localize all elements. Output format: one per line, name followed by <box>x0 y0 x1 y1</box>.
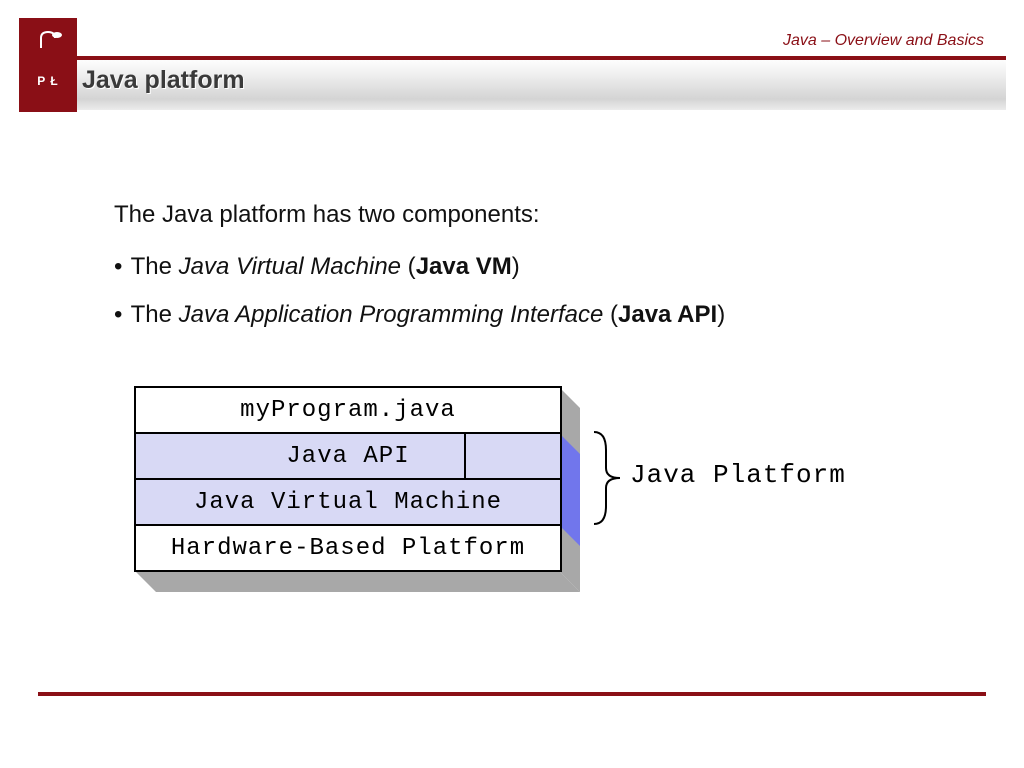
brace-label: Java Platform <box>630 460 846 490</box>
logo: P Ł <box>19 18 77 112</box>
content: The Java platform has two components: Th… <box>114 200 954 348</box>
bullet-item: The Java Virtual Machine (Java VM) <box>114 252 954 282</box>
bullet-mid: ( <box>603 301 618 328</box>
layer-program: myProgram.java <box>136 388 560 432</box>
bullet-item: The Java Application Programming Interfa… <box>114 300 954 330</box>
bullet-prefix: The <box>131 301 179 328</box>
slide: Java – Overview and Basics P Ł Java plat… <box>0 0 1024 768</box>
platform-diagram: myProgram.java Java API Java Virtual Mac… <box>120 386 880 648</box>
bullet-italic: Java Virtual Machine <box>179 253 401 280</box>
bullet-bold: Java VM <box>416 253 512 280</box>
bullet-italic: Java Application Programming Interface <box>179 301 604 328</box>
layer-api: Java API <box>136 432 560 478</box>
layer-jvm: Java Virtual Machine <box>136 478 560 524</box>
page-title: Java platform <box>82 66 245 95</box>
intro-text: The Java platform has two components: <box>114 200 954 230</box>
bullet-suffix: ) <box>717 301 725 328</box>
footer-divider <box>38 692 986 696</box>
logo-text: P Ł <box>37 74 58 88</box>
bullet-bold: Java API <box>618 301 717 328</box>
brace-icon <box>590 430 622 526</box>
header: Java – Overview and Basics P Ł Java plat… <box>0 0 1024 112</box>
breadcrumb: Java – Overview and Basics <box>783 32 984 50</box>
diagram-side-bottom <box>134 570 580 592</box>
bullet-suffix: ) <box>512 253 520 280</box>
bullet-prefix: The <box>131 253 179 280</box>
bullet-mid: ( <box>401 253 416 280</box>
layer-stack: myProgram.java Java API Java Virtual Mac… <box>134 386 562 572</box>
layer-hardware: Hardware-Based Platform <box>136 524 560 570</box>
bullet-list: The Java Virtual Machine (Java VM) The J… <box>114 252 954 330</box>
torch-icon <box>31 26 65 50</box>
